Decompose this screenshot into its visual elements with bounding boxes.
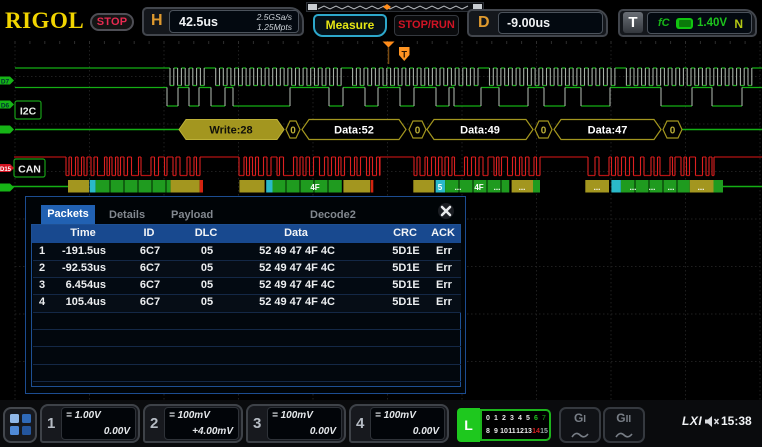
svg-text:...: ... (668, 183, 675, 192)
svg-text:D6: D6 (1, 103, 10, 110)
svg-text:Write:28: Write:28 (209, 125, 252, 137)
svg-text:5: 5 (438, 183, 443, 192)
svg-text:I2C: I2C (20, 106, 37, 118)
svg-text:4F: 4F (310, 183, 319, 192)
svg-text:CAN: CAN (18, 164, 41, 176)
svg-text:...: ... (494, 183, 501, 192)
svg-text:D15: D15 (0, 167, 12, 173)
svg-text:0: 0 (670, 126, 676, 137)
svg-text:Data:52: Data:52 (334, 125, 374, 137)
svg-text:Data:49: Data:49 (460, 125, 500, 137)
svg-text:0: 0 (415, 126, 421, 137)
svg-text:...: ... (698, 183, 705, 192)
svg-text:Data:47: Data:47 (588, 125, 628, 137)
svg-text:T: T (402, 50, 408, 60)
svg-text:...: ... (455, 183, 462, 192)
svg-text:...: ... (519, 183, 526, 192)
svg-text:...: ... (594, 183, 601, 192)
svg-text:0: 0 (290, 126, 296, 137)
svg-text:...: ... (649, 183, 656, 192)
svg-text:...: ... (630, 183, 637, 192)
svg-text:0: 0 (541, 126, 547, 137)
svg-text:4F: 4F (474, 183, 483, 192)
svg-text:D7: D7 (1, 79, 10, 86)
